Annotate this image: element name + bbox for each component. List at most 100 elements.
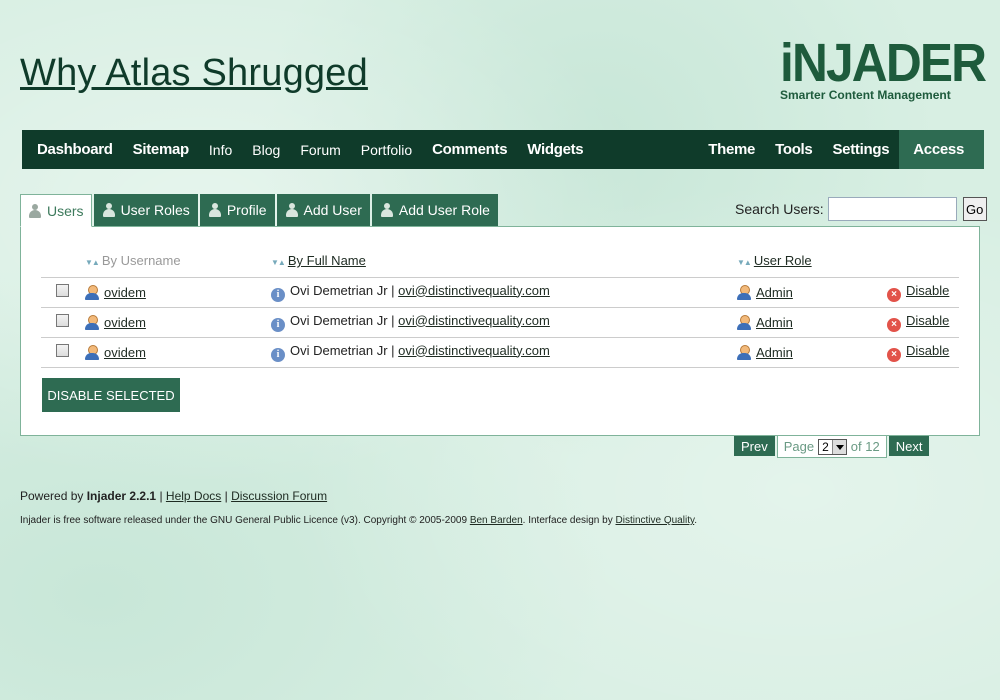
sort-arrows-icon: ▼▲: [271, 258, 286, 268]
role-link[interactable]: Admin: [756, 315, 793, 330]
page-indicator: Page 2 of 12: [776, 436, 887, 458]
discussion-forum-link[interactable]: Discussion Forum: [231, 489, 327, 503]
user-roles-icon: [102, 203, 116, 217]
nav-settings[interactable]: Settings: [822, 130, 899, 169]
nav-blog[interactable]: Blog: [242, 130, 290, 169]
info-icon: i: [271, 347, 285, 362]
users-panel: ▼▲ By Username ▼▲ By Full Name ▼▲ User Role…: [20, 226, 980, 436]
role-icon: [737, 314, 751, 330]
designer-link[interactable]: Distinctive Quality: [616, 515, 695, 526]
site-title[interactable]: Why Atlas Shrugged: [20, 52, 368, 95]
nav-theme[interactable]: Theme: [698, 130, 765, 169]
header-fullname[interactable]: ▼▲ By Full Name: [271, 245, 737, 278]
page-label: Page: [783, 439, 815, 454]
disable-link[interactable]: Disable: [906, 313, 949, 328]
separator: |: [391, 282, 395, 298]
table-header-row: ▼▲ By Username ▼▲ By Full Name ▼▲ User Role: [41, 245, 959, 278]
row-checkbox[interactable]: [56, 284, 69, 297]
tab-users[interactable]: Users: [20, 194, 92, 227]
info-icon: i: [271, 317, 285, 332]
nav-comments[interactable]: Comments: [422, 130, 517, 169]
help-docs-link[interactable]: Help Docs: [166, 489, 221, 503]
nav-right-group: Theme Tools Settings Access: [698, 130, 984, 169]
nav-tools[interactable]: Tools: [765, 130, 822, 169]
tab-user-roles-label: User Roles: [120, 202, 190, 218]
username-link[interactable]: ovidem: [104, 285, 146, 300]
chevron-down-icon: [831, 439, 846, 454]
row-checkbox[interactable]: [56, 314, 69, 327]
sort-arrows-icon: ▼▲: [737, 258, 752, 268]
table-row: ovidem i Ovi Demetrian Jr | ovi@distincti…: [41, 277, 959, 308]
role-icon: [737, 284, 751, 300]
nav-left-group: Dashboard Sitemap Info Blog Forum Portfo…: [22, 130, 593, 169]
disable-selected-button[interactable]: DISABLE SELECTED: [42, 378, 180, 412]
main-nav: Dashboard Sitemap Info Blog Forum Portfo…: [22, 130, 984, 169]
footer-separator: |: [224, 489, 228, 503]
disable-icon: ×: [887, 317, 901, 332]
sort-role-link[interactable]: User Role: [754, 253, 812, 268]
table-row: ovidem i Ovi Demetrian Jr | ovi@distincti…: [41, 337, 959, 368]
search-label: Search Users:: [735, 201, 824, 217]
page-select[interactable]: 2: [818, 438, 847, 455]
sort-arrows-icon: ▼▲: [85, 258, 100, 268]
access-tabs: Users User Roles Profile Add User Add Us…: [20, 194, 498, 227]
separator: |: [391, 312, 395, 328]
prev-button[interactable]: Prev: [734, 436, 775, 456]
user-search: Search Users: Go: [735, 197, 987, 221]
user-icon: [85, 314, 99, 330]
add-user-icon: [285, 203, 299, 217]
license-text: Injader is free software released under …: [20, 515, 468, 526]
email-link[interactable]: ovi@distinctivequality.com: [398, 283, 550, 298]
nav-sitemap[interactable]: Sitemap: [123, 130, 199, 169]
role-link[interactable]: Admin: [756, 285, 793, 300]
row-checkbox[interactable]: [56, 344, 69, 357]
username-link[interactable]: ovidem: [104, 345, 146, 360]
profile-icon: [208, 203, 222, 217]
fullname: Ovi Demetrian Jr: [290, 282, 388, 298]
user-icon: [28, 203, 42, 218]
tab-user-roles[interactable]: User Roles: [93, 194, 198, 226]
email-link[interactable]: ovi@distinctivequality.com: [398, 343, 550, 358]
design-text: . Interface design by: [522, 515, 613, 526]
footer-license: Injader is free software released under …: [20, 515, 697, 526]
tab-users-label: Users: [47, 202, 84, 219]
nav-portfolio[interactable]: Portfolio: [351, 130, 422, 169]
header-role[interactable]: ▼▲ User Role: [737, 245, 887, 278]
separator: |: [391, 342, 395, 358]
search-go-button[interactable]: Go: [962, 197, 987, 221]
tab-add-user-role-label: Add User Role: [398, 202, 490, 218]
users-table: ▼▲ By Username ▼▲ By Full Name ▼▲ User Role…: [41, 245, 959, 368]
role-link[interactable]: Admin: [756, 345, 793, 360]
sort-fullname-link[interactable]: By Full Name: [288, 253, 366, 268]
search-users-input[interactable]: [827, 197, 957, 221]
page-select-value: 2: [822, 439, 829, 454]
disable-link[interactable]: Disable: [906, 283, 949, 298]
nav-dashboard[interactable]: Dashboard: [37, 130, 123, 169]
product-version: Injader 2.2.1: [86, 489, 157, 503]
email-link[interactable]: ovi@distinctivequality.com: [398, 313, 550, 328]
tab-profile[interactable]: Profile: [199, 194, 275, 226]
table-row: ovidem i Ovi Demetrian Jr | ovi@distincti…: [41, 307, 959, 338]
user-icon: [85, 344, 99, 360]
header-username[interactable]: ▼▲ By Username: [85, 245, 271, 278]
user-icon: [85, 284, 99, 300]
nav-forum[interactable]: Forum: [290, 130, 350, 169]
nav-info[interactable]: Info: [199, 130, 242, 169]
nav-widgets[interactable]: Widgets: [517, 130, 593, 169]
next-button[interactable]: Next: [888, 436, 930, 456]
injader-logo: iNJADER Smarter Content Management: [780, 36, 987, 108]
header-username-label: By Username: [101, 253, 181, 269]
tab-profile-label: Profile: [226, 202, 267, 218]
tab-add-user[interactable]: Add User: [276, 194, 370, 226]
author-link[interactable]: Ben Barden: [470, 515, 523, 526]
header-checkbox-col: [41, 245, 85, 278]
footer-end: .: [694, 515, 698, 526]
footer-separator: |: [159, 489, 163, 503]
nav-access[interactable]: Access: [899, 130, 984, 169]
add-user-role-icon: [380, 203, 394, 217]
disable-icon: ×: [887, 347, 901, 362]
disable-link[interactable]: Disable: [906, 343, 949, 358]
tab-add-user-role[interactable]: Add User Role: [371, 194, 498, 226]
header-action-col: [887, 245, 959, 278]
username-link[interactable]: ovidem: [104, 315, 146, 330]
